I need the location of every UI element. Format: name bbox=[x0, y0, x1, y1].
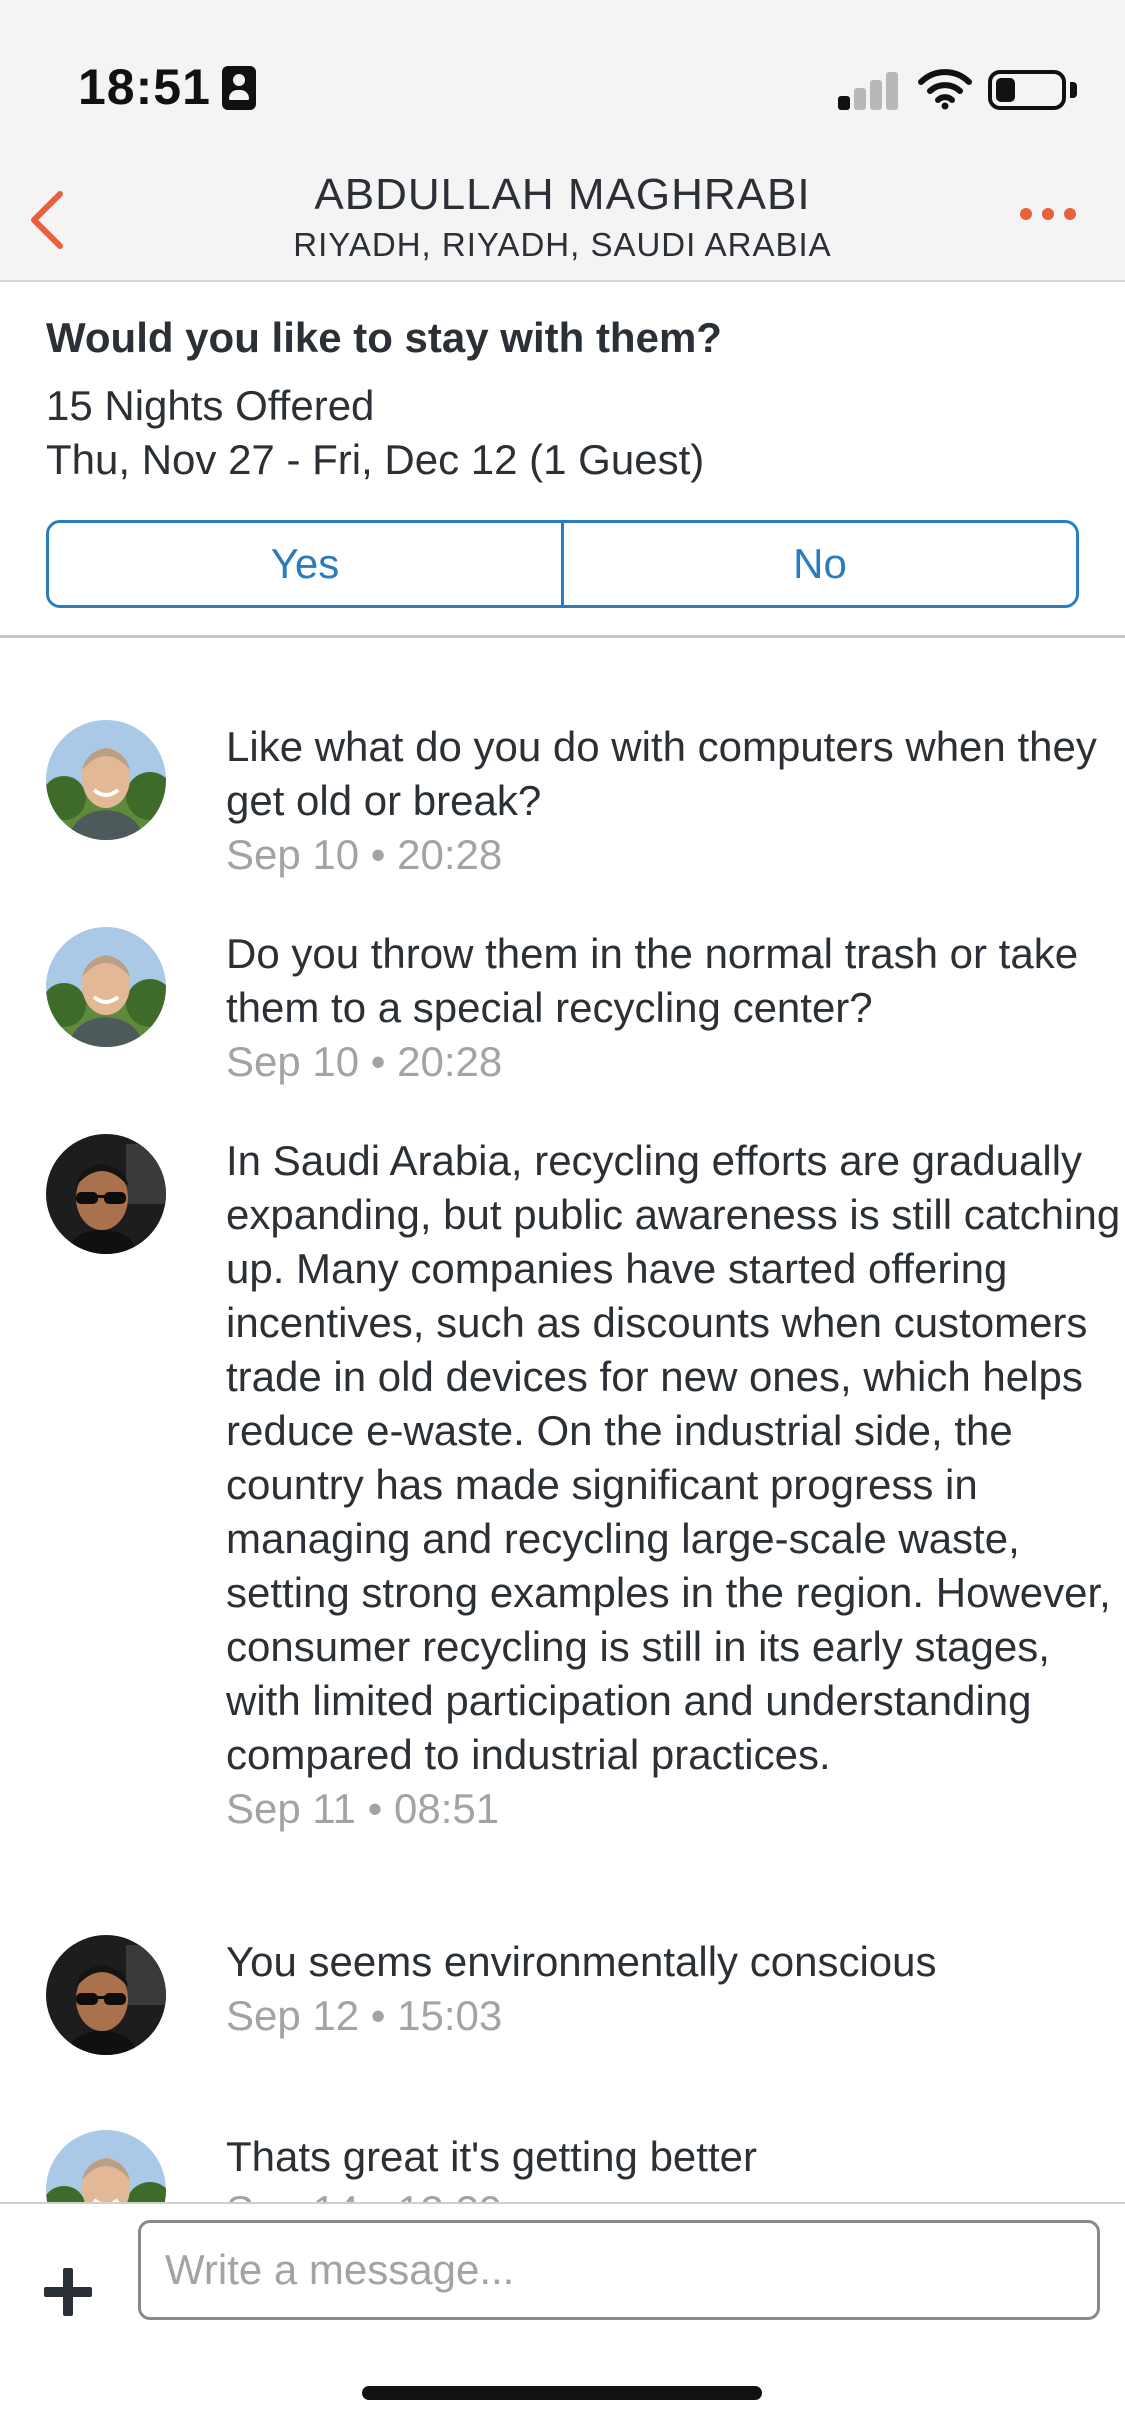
message-text: In Saudi Arabia, recycling efforts are g… bbox=[226, 1137, 1121, 1778]
conversation-header: ABDULLAH MAGHRABI RIYADH, RIYADH, SAUDI … bbox=[0, 160, 1125, 282]
accept-offer-button[interactable]: Yes bbox=[49, 523, 561, 605]
offer-dates: Thu, Nov 27 - Fri, Dec 12 (1 Guest) bbox=[46, 436, 705, 483]
battery-icon bbox=[988, 70, 1066, 110]
battery-level bbox=[996, 78, 1015, 102]
message-timestamp: Sep 10 • 20:28 bbox=[226, 1038, 503, 1085]
message-input[interactable] bbox=[138, 2220, 1100, 2320]
message-text: You seems environmentally conscious bbox=[226, 1938, 937, 1985]
message-timestamp: Sep 11 • 08:51 bbox=[226, 1785, 500, 1832]
avatar-self[interactable] bbox=[46, 720, 166, 840]
message-list[interactable]: Like what do you do with computers when … bbox=[0, 638, 1125, 2202]
avatar-self[interactable] bbox=[46, 927, 166, 1047]
message-text: Like what do you do with computers when … bbox=[226, 723, 1097, 824]
offer-response-buttons: Yes No bbox=[46, 520, 1079, 608]
host-name-title: ABDULLAH MAGHRABI bbox=[314, 170, 811, 219]
message-timestamp: Sep 12 • 15:03 bbox=[226, 1992, 503, 2039]
message-text: Thats great it's getting better bbox=[226, 2133, 757, 2180]
message-composer bbox=[0, 2202, 1125, 2436]
avatar-self[interactable] bbox=[46, 2130, 166, 2202]
cellular-signal-icon bbox=[838, 72, 900, 110]
avatar-host[interactable] bbox=[46, 1935, 166, 2055]
wifi-icon bbox=[918, 68, 972, 110]
add-attachment-icon[interactable] bbox=[40, 2264, 96, 2320]
offer-question: Would you like to stay with them? bbox=[46, 314, 722, 361]
status-time: 18:51 bbox=[78, 59, 211, 115]
more-options-icon[interactable] bbox=[1018, 204, 1078, 224]
message-timestamp: Sep 14 • 13:29 bbox=[226, 2184, 502, 2202]
message-text: Do you throw them in the normal trash or… bbox=[226, 930, 1079, 1031]
contact-card-icon bbox=[222, 66, 256, 110]
host-location-subtitle: RIYADH, RIYADH, SAUDI ARABIA bbox=[293, 226, 832, 263]
home-indicator[interactable] bbox=[362, 2386, 762, 2400]
offer-nights: 15 Nights Offered bbox=[46, 382, 375, 429]
status-bar: 18:51 bbox=[0, 0, 1125, 160]
decline-offer-button[interactable]: No bbox=[561, 523, 1076, 605]
message-timestamp: Sep 10 • 20:28 bbox=[226, 831, 503, 878]
battery-cap bbox=[1070, 82, 1077, 98]
stay-offer-panel: Would you like to stay with them? 15 Nig… bbox=[0, 282, 1125, 638]
avatar-host[interactable] bbox=[46, 1134, 166, 1254]
